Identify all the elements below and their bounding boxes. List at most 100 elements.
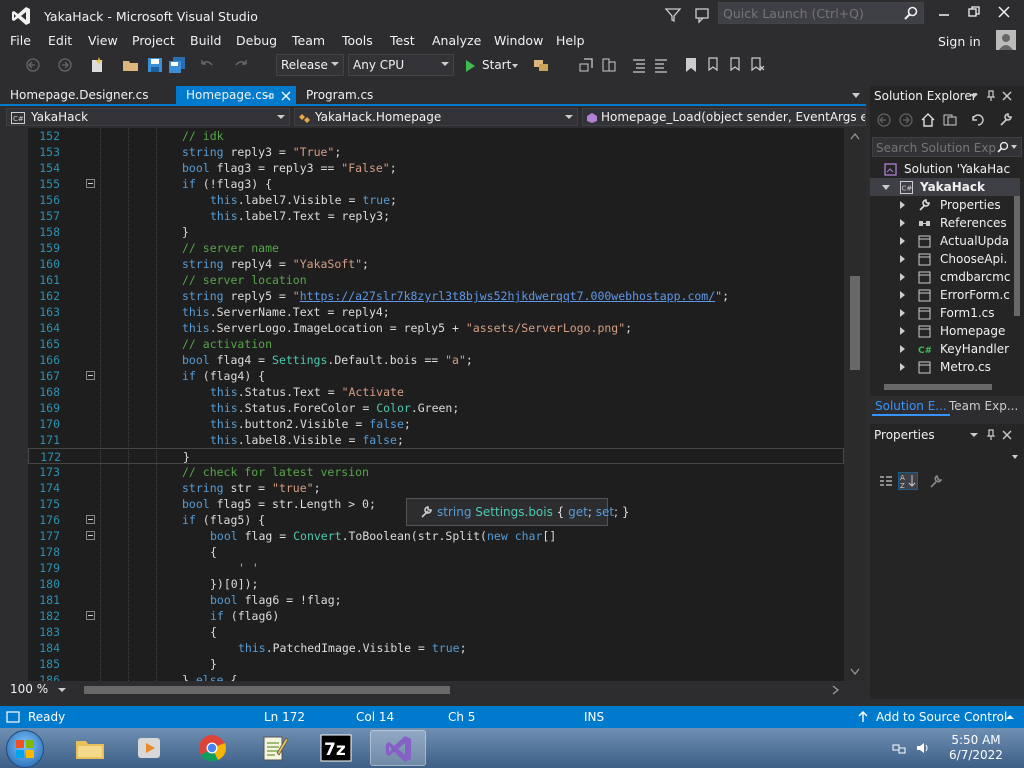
code-line[interactable]: 169 this.Status.ForeColor = Color.Green; [28, 400, 844, 416]
code-line[interactable]: 157 this.label7.Text = reply3; [28, 208, 844, 224]
menu-edit[interactable]: Edit [48, 33, 72, 48]
quick-launch-input[interactable] [723, 5, 901, 22]
taskbar-visual-studio[interactable] [370, 730, 426, 766]
code-area[interactable]: 152 // idk 153 string reply3 = "True"; 154 bo… [28, 128, 844, 681]
solution-search-input[interactable] [876, 140, 996, 155]
open-folder-icon[interactable] [122, 56, 140, 74]
tree-item-file[interactable]: ErrorForm.c [870, 286, 1020, 304]
undo-icon[interactable] [198, 56, 216, 74]
alphabetical-icon[interactable]: AZ [898, 472, 918, 490]
navigate-forward-icon[interactable] [56, 56, 74, 74]
code-line[interactable]: 152 // idk [28, 128, 844, 144]
code-line[interactable]: 165 // activation [28, 336, 844, 352]
code-line[interactable]: 166 bool flag4 = Settings.Default.bois ==… [28, 352, 844, 368]
network-icon[interactable] [892, 741, 906, 755]
vertical-scrollbar[interactable] [844, 128, 866, 681]
tab-overflow-dropdown-icon[interactable] [852, 93, 860, 98]
code-line[interactable]: 178 { [28, 544, 844, 560]
code-line[interactable]: 167 if (flag4) { [28, 368, 844, 384]
code-line[interactable]: 172} [28, 448, 844, 464]
code-line[interactable]: 156 this.label7.Visible = true; [28, 192, 844, 208]
next-bookmark-icon[interactable] [726, 56, 744, 74]
solution-vscroll-thumb[interactable] [1014, 196, 1020, 316]
code-line[interactable]: 164 this.ServerLogo.ImageLocation = reply… [28, 320, 844, 336]
tree-item-file[interactable]: cmdbarcmc [870, 268, 1020, 286]
new-project-icon[interactable] [88, 56, 106, 74]
pin-icon[interactable] [986, 429, 996, 441]
code-line[interactable]: 163 this.ServerName.Text = reply4; [28, 304, 844, 320]
member-dropdown[interactable]: Homepage_Load(object sender, EventArgs e… [582, 108, 866, 126]
volume-icon[interactable] [916, 741, 930, 755]
tree-item-references[interactable]: References [870, 214, 1020, 232]
code-line[interactable]: 153 string reply3 = "True"; [28, 144, 844, 160]
menu-test[interactable]: Test [390, 33, 415, 48]
menu-analyze[interactable]: Analyze [432, 33, 481, 48]
menu-team[interactable]: Team [292, 33, 325, 48]
tab-team-explorer[interactable]: Team Exp... [946, 398, 1021, 414]
code-editor[interactable]: 152 // idk 153 string reply3 = "True"; 154 bo… [0, 128, 866, 681]
chevron-down-icon[interactable] [970, 94, 978, 98]
filter-icon[interactable] [664, 6, 682, 24]
prev-bookmark-icon[interactable] [704, 56, 722, 74]
code-line[interactable]: 171 this.label8.Visible = false; [28, 432, 844, 448]
configuration-dropdown[interactable]: Release [276, 54, 344, 76]
solution-search-box[interactable] [872, 137, 1022, 157]
tree-item-file[interactable]: Form1.cs [870, 304, 1020, 322]
code-line[interactable]: 177 bool flag = Convert.ToBoolean(str.Spl… [28, 528, 844, 544]
tree-item-properties[interactable]: Properties [870, 196, 1020, 214]
menu-help[interactable]: Help [556, 33, 585, 48]
horizontal-scrollbar-thumb[interactable] [84, 686, 450, 694]
menu-view[interactable]: View [88, 33, 118, 48]
pin-icon[interactable] [986, 90, 996, 102]
add-to-source-control-button[interactable]: Add to Source Control [876, 710, 1007, 724]
tree-item-solution[interactable]: Solution 'YakaHac [870, 160, 1020, 178]
comment-lines-icon[interactable] [630, 56, 648, 74]
home-icon[interactable] [920, 112, 936, 128]
wrench-icon[interactable] [998, 112, 1014, 128]
tree-item-file[interactable]: Metro.cs [870, 358, 1020, 376]
search-icon[interactable] [997, 141, 1009, 153]
windows-start-button[interactable] [6, 730, 44, 768]
tree-item-project[interactable]: C# YakaHack [870, 178, 1020, 196]
chevron-down-icon[interactable] [1011, 145, 1017, 149]
code-line[interactable]: 179 ' ' [28, 560, 844, 576]
close-icon[interactable] [281, 91, 291, 101]
code-line[interactable]: 154 bool flag3 = reply3 == "False"; [28, 160, 844, 176]
categorized-icon[interactable] [878, 474, 894, 490]
scroll-down-icon[interactable] [850, 668, 860, 676]
scroll-up-icon[interactable] [850, 132, 860, 140]
collapse-region-icon[interactable] [86, 371, 95, 380]
collapse-region-icon[interactable] [86, 515, 95, 524]
tab-program[interactable]: Program.cs [296, 86, 396, 106]
class-dropdown[interactable]: YakaHack.Homepage [294, 108, 578, 126]
menu-debug[interactable]: Debug [236, 33, 277, 48]
code-line[interactable]: 185} [28, 656, 844, 672]
quick-launch-box[interactable] [718, 2, 924, 24]
close-icon[interactable] [1002, 91, 1012, 101]
bookmark-icon[interactable] [682, 56, 700, 74]
tree-item-file[interactable]: ActualUpda [870, 232, 1020, 250]
step-into-icon[interactable] [600, 56, 618, 74]
code-line[interactable]: 183 { [28, 624, 844, 640]
code-line[interactable]: 174 string str = "true"; [28, 480, 844, 496]
taskbar-7zip[interactable]: 7z [308, 730, 364, 766]
code-line[interactable]: 184 this.PatchedImage.Visible = true; [28, 640, 844, 656]
taskbar-explorer[interactable] [62, 730, 118, 766]
scroll-right-icon[interactable] [832, 685, 840, 695]
tab-homepage-designer[interactable]: Homepage.Designer.cs [0, 86, 176, 106]
sign-in-link[interactable]: Sign in [938, 34, 981, 49]
close-icon[interactable] [1002, 430, 1012, 440]
taskbar-notepad[interactable] [246, 730, 302, 766]
pending-changes-icon[interactable] [970, 112, 986, 128]
code-line[interactable]: 162 string reply5 = "https://a27slr7k8zyr… [28, 288, 844, 304]
tab-homepage[interactable]: Homepage.cs [176, 86, 296, 106]
properties-object-dropdown[interactable] [872, 448, 1022, 466]
solution-hscroll-thumb[interactable] [884, 384, 992, 390]
minimize-button[interactable] [930, 4, 958, 24]
clear-bookmarks-icon[interactable] [748, 56, 766, 74]
close-button[interactable] [990, 4, 1018, 24]
menu-window[interactable]: Window [494, 33, 543, 48]
code-line[interactable]: 160 string reply4 = "YakaSoft"; [28, 256, 844, 272]
property-pages-icon[interactable] [928, 474, 944, 490]
platform-dropdown[interactable]: Any CPU [348, 54, 454, 76]
